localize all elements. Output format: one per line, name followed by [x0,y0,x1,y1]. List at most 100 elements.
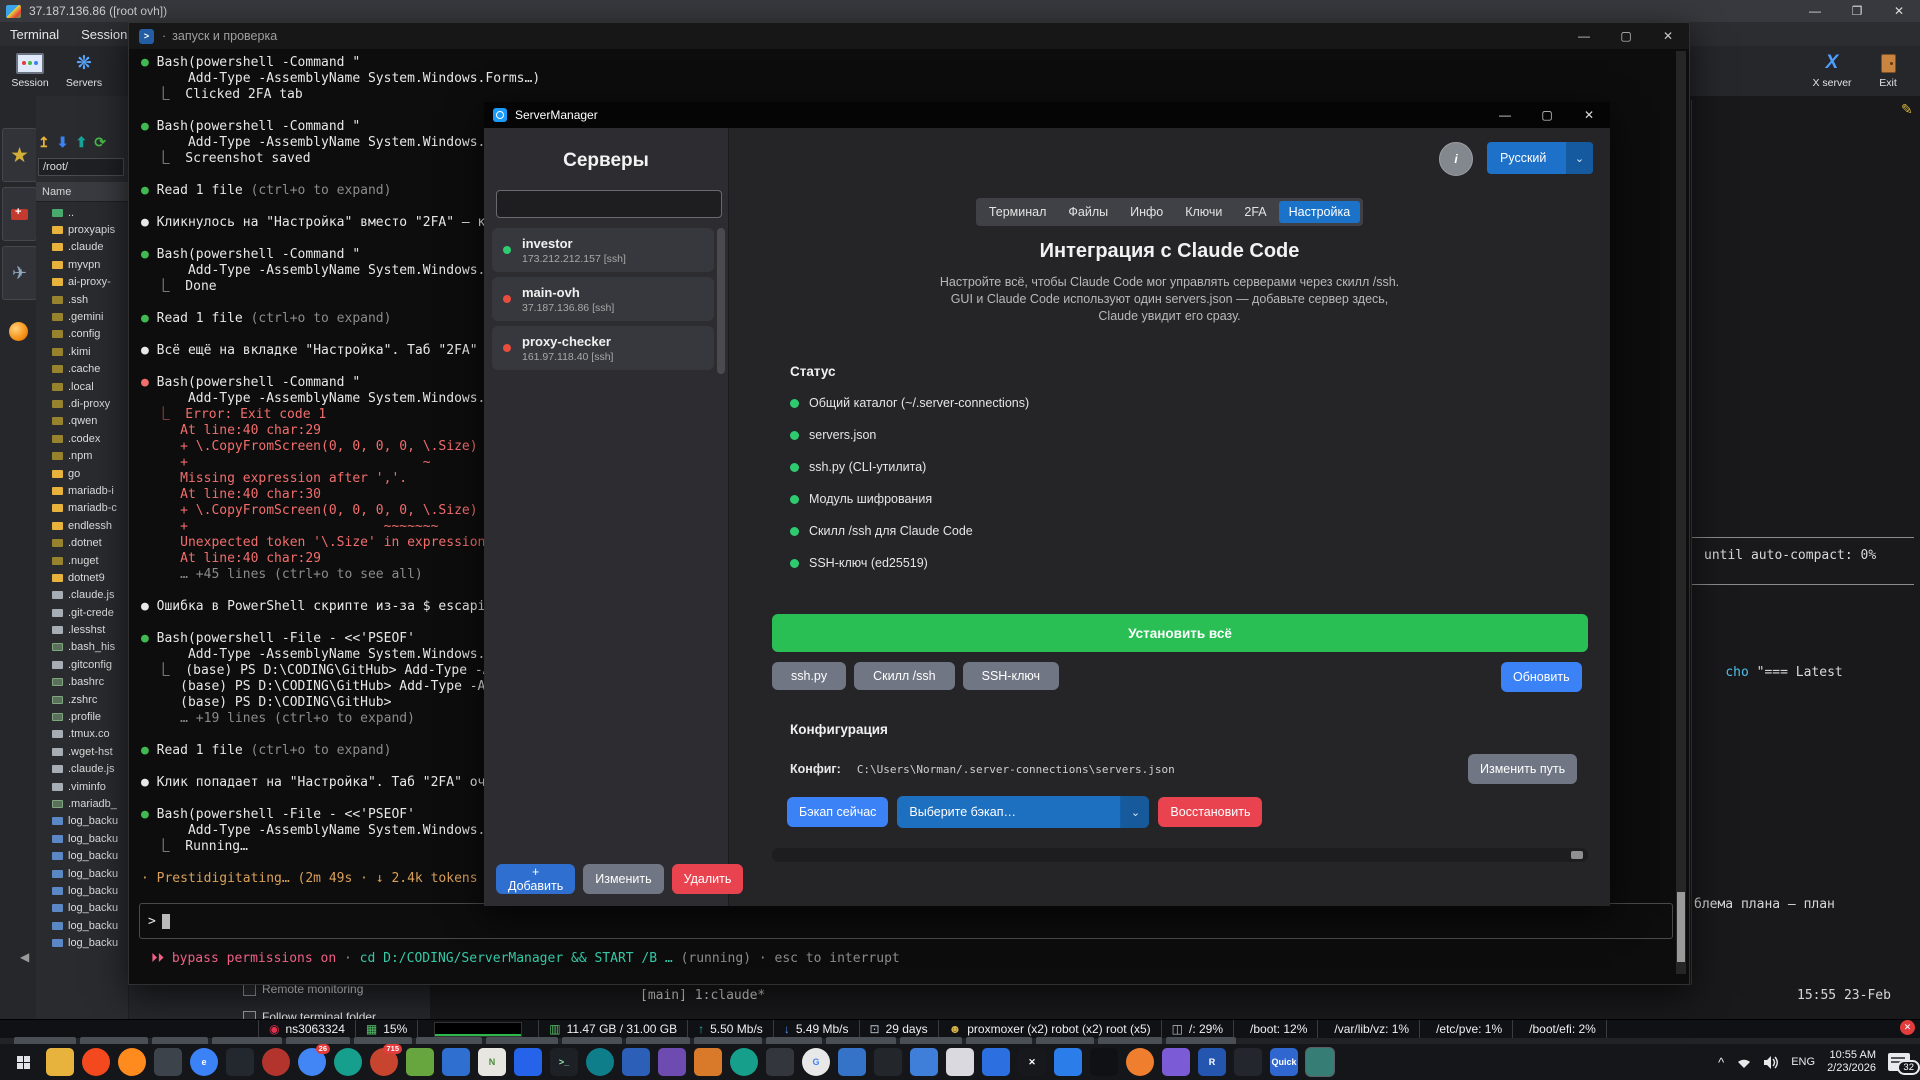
file-row[interactable]: myvpn [36,256,128,273]
menu-item[interactable]: Sessions [81,27,134,42]
component-chip[interactable]: ssh.py [772,662,846,690]
horizontal-scrollbar[interactable] [772,848,1588,862]
web-tab[interactable] [2,305,35,357]
file-row[interactable]: .gitconfig [36,656,128,673]
scrollbar-thumb[interactable] [1571,851,1583,859]
sftp-tab[interactable]: ✈ [2,246,37,300]
file-row[interactable]: mariadb-c [36,500,128,517]
file-list-header[interactable]: Name [36,182,128,202]
terminal-scrollbar[interactable] [1676,51,1686,974]
file-row[interactable]: .kimi [36,343,128,360]
file-row[interactable]: .local [36,378,128,395]
server-list-scrollbar[interactable] [717,228,725,374]
tab[interactable]: Файлы [1058,201,1118,223]
file-row[interactable]: .gemini [36,308,128,325]
taskbar-app-icon[interactable] [1234,1048,1262,1076]
file-row[interactable]: .profile [36,708,128,725]
session-button[interactable]: Session [4,49,56,89]
taskbar-app-icon[interactable] [334,1048,362,1076]
file-row[interactable]: .tmux.co [36,726,128,743]
sidebar-collapse-button[interactable]: ◀ [20,950,29,964]
file-row[interactable]: log_backu [36,882,128,899]
window-strip-segment[interactable] [354,1037,412,1044]
servers-button[interactable]: ❋ Servers [58,49,110,89]
file-row[interactable]: .wget-hst [36,743,128,760]
tab[interactable]: Настройка [1279,201,1361,223]
taskbar-app-icon[interactable] [838,1048,866,1076]
volume-icon[interactable] [1764,1056,1779,1069]
close-button[interactable]: ✕ [1568,104,1610,126]
minimize-button[interactable]: — [1563,25,1605,47]
refresh-button[interactable]: Обновить [1501,662,1582,692]
file-row[interactable]: .git-crede [36,604,128,621]
window-strip-segment[interactable] [1098,1037,1162,1044]
window-strip-segment[interactable] [14,1037,76,1044]
path-input[interactable] [38,158,124,176]
scrollbar-thumb[interactable] [1677,892,1685,962]
taskbar-app-icon[interactable]: 26 [298,1048,326,1076]
file-row[interactable]: .dotnet [36,534,128,551]
taskbar-app-icon[interactable] [622,1048,650,1076]
taskbar-app-icon[interactable] [1162,1048,1190,1076]
taskbar-app-icon[interactable] [226,1048,254,1076]
file-row[interactable]: .claude.js [36,587,128,604]
close-button[interactable]: ✕ [1878,0,1920,22]
taskbar-app-icon[interactable] [1126,1048,1154,1076]
file-row[interactable]: .claude [36,239,128,256]
file-row[interactable]: log_backu [36,830,128,847]
add-server-button[interactable]: + Добавить [496,864,575,894]
favorites-tab[interactable]: ★ [2,128,37,182]
backup-now-button[interactable]: Бэкап сейчас [787,797,888,827]
file-row[interactable]: log_backu [36,813,128,830]
tab[interactable]: 2FA [1234,201,1276,223]
taskbar-app-icon[interactable] [766,1048,794,1076]
window-strip-segment[interactable] [694,1037,762,1044]
info-button[interactable]: i [1439,142,1473,176]
restore-button[interactable]: Восстановить [1158,797,1262,827]
file-row[interactable]: .codex [36,430,128,447]
taskbar-app-icon[interactable]: Quick [1270,1048,1298,1076]
tab[interactable]: Терминал [979,201,1057,223]
taskbar-app-icon[interactable] [658,1048,686,1076]
exit-button[interactable]: Exit [1862,49,1914,89]
server-list-item[interactable]: proxy-checker 161.97.118.40 [ssh] [492,326,714,370]
taskbar-app-icon[interactable]: e [190,1048,218,1076]
window-strip-segment[interactable] [826,1037,896,1044]
window-strip-segment[interactable] [152,1037,208,1044]
file-row[interactable]: .qwen [36,413,128,430]
file-row[interactable]: mariadb-i [36,482,128,499]
file-row[interactable]: .mariadb_ [36,795,128,812]
server-list-item[interactable]: main-ovh 37.187.136.86 [ssh] [492,277,714,321]
taskbar-app-icon[interactable] [730,1048,758,1076]
change-path-button[interactable]: Изменить путь [1468,754,1577,784]
taskbar-app-icon[interactable] [1306,1048,1334,1076]
language-indicator[interactable]: ENG [1791,1056,1815,1068]
file-row[interactable]: .zshrc [36,691,128,708]
backup-select[interactable]: Выберите бэкап… ⌄ [897,796,1149,828]
file-row[interactable]: .nuget [36,552,128,569]
wifi-icon[interactable] [1736,1056,1752,1069]
restore-button[interactable]: ❐ [1836,0,1878,22]
file-row[interactable]: .viminfo [36,778,128,795]
close-button[interactable]: ✕ [1647,25,1689,47]
taskbar-app-icon[interactable] [910,1048,938,1076]
tray-clock[interactable]: 10:55 AM 2/23/2026 [1827,1049,1876,1075]
edit-server-button[interactable]: Изменить [583,864,663,894]
window-strip-segment[interactable] [416,1037,482,1044]
window-strip-segment[interactable] [1166,1037,1236,1044]
x-server-button[interactable]: X X server [1806,49,1858,89]
menu-item[interactable]: Terminal [10,27,59,42]
taskbar-app-icon[interactable] [262,1048,290,1076]
window-strip-segment[interactable] [900,1037,962,1044]
window-strip-segment[interactable] [766,1037,822,1044]
taskbar-app-icon[interactable]: ✕ [1018,1048,1046,1076]
file-row[interactable]: .claude.js [36,761,128,778]
terminal-prompt-input[interactable]: > [139,903,1673,939]
statusbar-close-button[interactable]: ✕ [1900,1020,1915,1035]
file-row[interactable]: .npm [36,447,128,464]
taskbar-app-icon[interactable]: 715 [370,1048,398,1076]
action-center-icon[interactable]: 32 [1888,1053,1910,1071]
window-strip-segment[interactable] [212,1037,282,1044]
component-chip[interactable]: SSH-ключ [963,662,1059,690]
file-row[interactable]: log_backu [36,934,128,951]
